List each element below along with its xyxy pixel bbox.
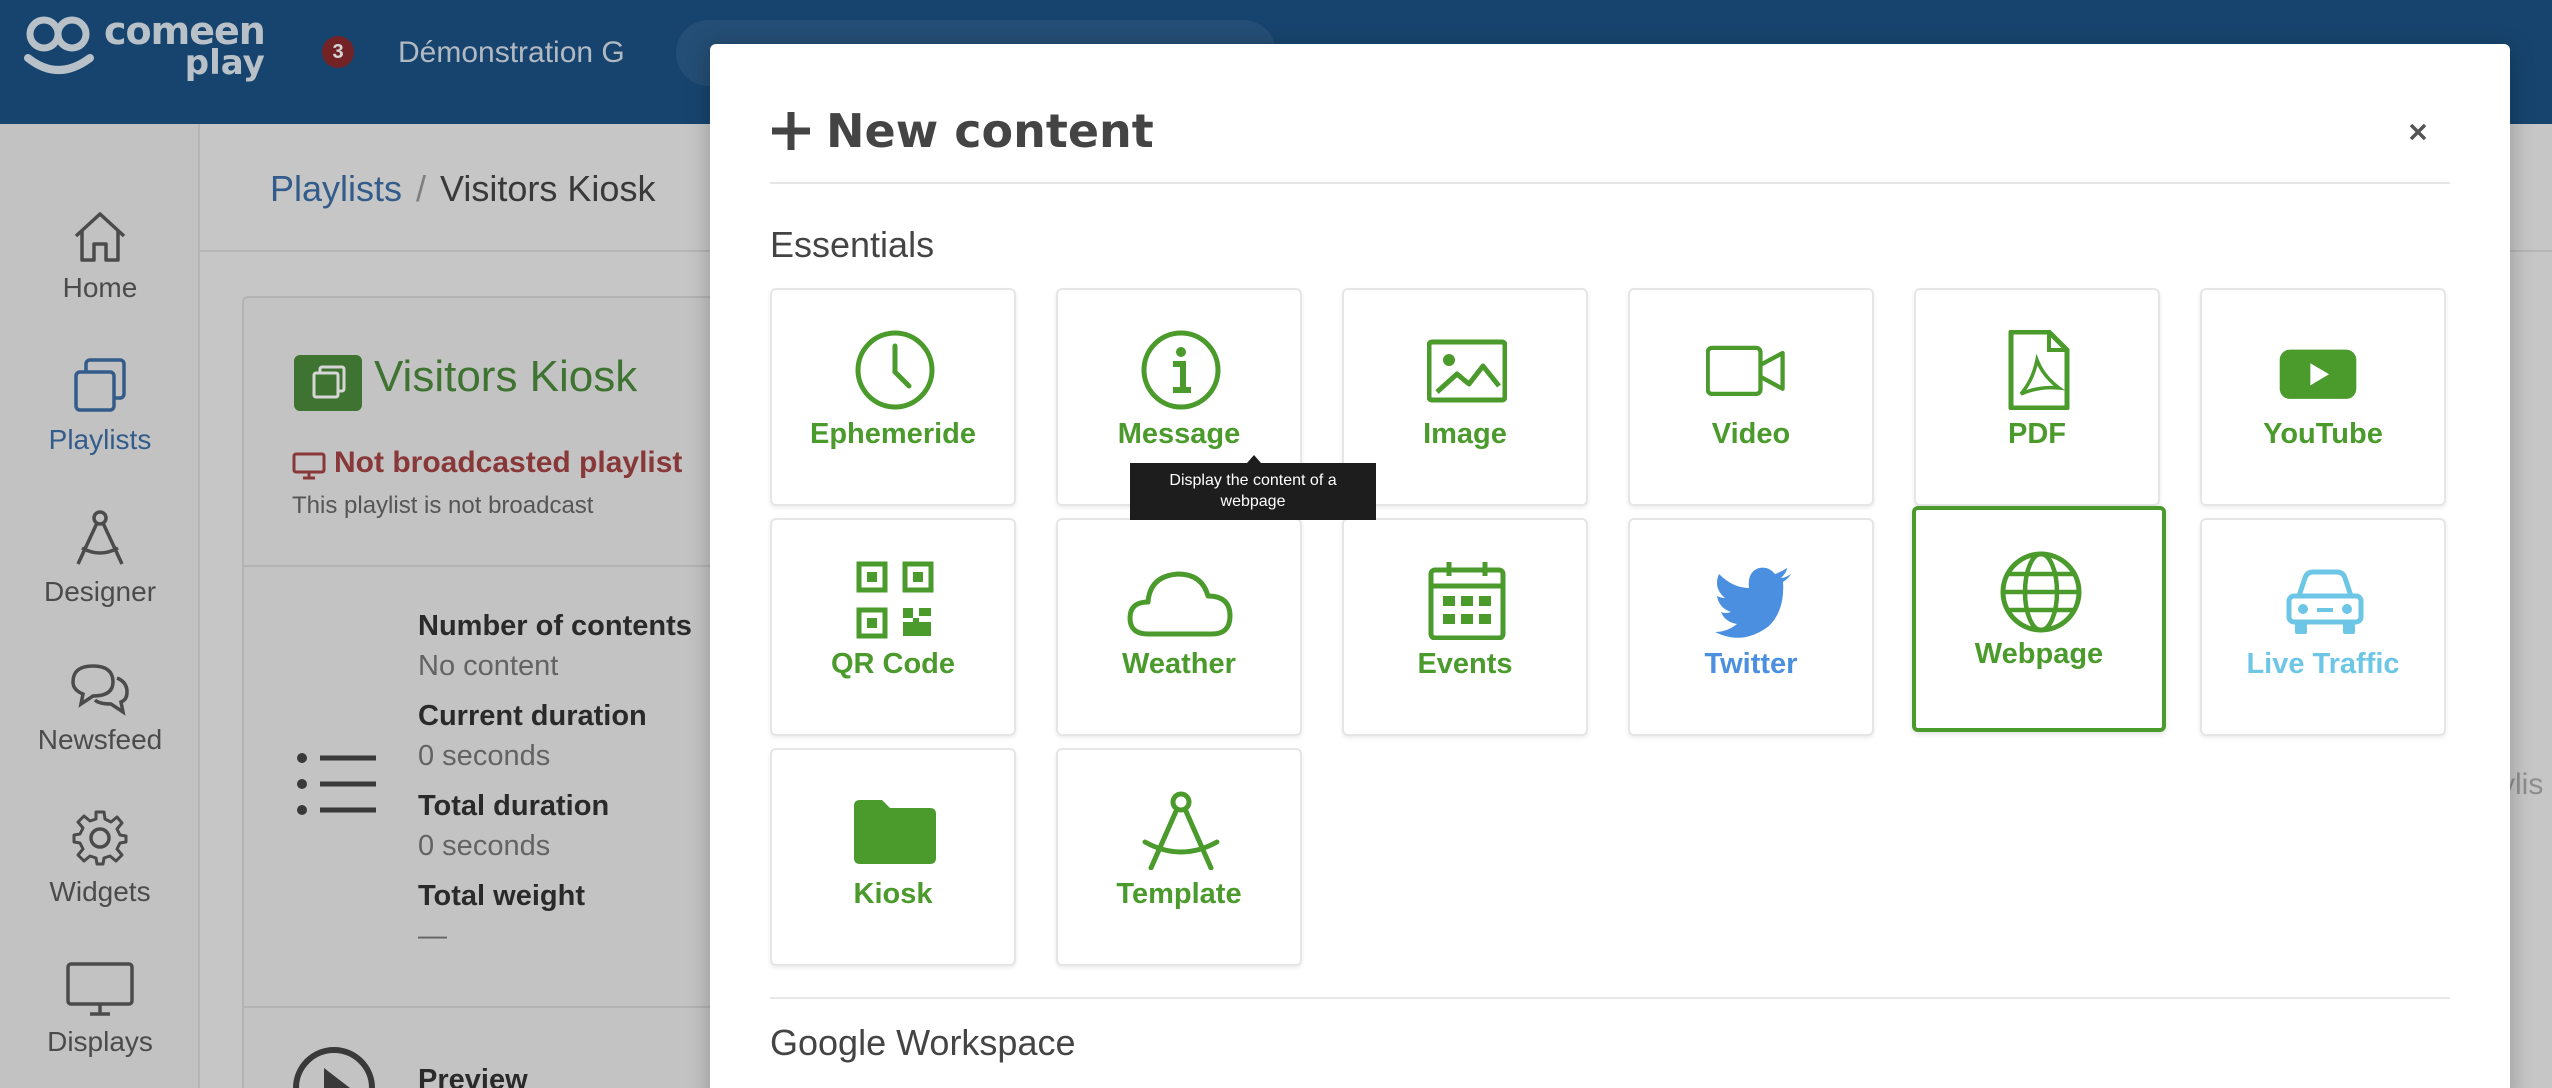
tile-label: Video [1711, 418, 1791, 450]
plus-icon [772, 112, 810, 150]
calendar-icon [1428, 562, 1506, 640]
content-type-pdf[interactable]: PDF [1914, 288, 2160, 506]
info-icon [1141, 330, 1221, 410]
content-type-twitter[interactable]: Twitter [1628, 518, 1874, 736]
content-type-ephemeride[interactable]: Ephemeride [770, 288, 1016, 506]
content-type-template[interactable]: Template [1056, 748, 1302, 966]
modal-title-text: New content [826, 104, 1154, 158]
tile-label: Weather [1122, 648, 1236, 680]
image-icon [1427, 339, 1507, 403]
content-type-video[interactable]: Video [1628, 288, 1874, 506]
section-title-essentials: Essentials [770, 224, 935, 265]
tile-label: Kiosk [853, 878, 933, 910]
section-title-google-workspace: Google Workspace [770, 1022, 1076, 1063]
globe-icon [2000, 551, 2082, 633]
new-content-modal: New content Essentials Ephemeride Messag… [710, 44, 2510, 1088]
tile-label: Live Traffic [2246, 648, 2400, 680]
content-type-events[interactable]: Events [1342, 518, 1588, 736]
tile-label: QR Code [830, 648, 956, 680]
content-type-kiosk[interactable]: Kiosk [770, 748, 1016, 966]
tile-label: Ephemeride [810, 418, 976, 450]
pdf-file-icon [2008, 330, 2070, 410]
modal-title: New content [770, 104, 1154, 158]
twitter-bird-icon [1715, 567, 1791, 638]
tooltip-arrow [1247, 455, 1261, 463]
content-type-image[interactable]: Image [1342, 288, 1588, 506]
tile-label: Message [1117, 418, 1241, 450]
tooltip-line-1: Display the content of a [1169, 472, 1337, 489]
tile-label: YouTube [2263, 418, 2383, 450]
clock-icon [855, 330, 935, 410]
youtube-icon [2279, 349, 2357, 399]
video-camera-icon [1706, 345, 1785, 396]
car-icon [2286, 569, 2364, 634]
folder-icon [854, 800, 936, 864]
close-icon[interactable] [2400, 114, 2436, 150]
tile-label: Events [1417, 648, 1513, 680]
content-type-live-traffic[interactable]: Live Traffic [2200, 518, 2446, 736]
tile-label: Twitter [1704, 648, 1798, 680]
content-type-webpage[interactable]: Webpage [1912, 506, 2166, 732]
content-type-youtube[interactable]: YouTube [2200, 288, 2446, 506]
title-divider [770, 182, 2450, 184]
tile-label: PDF [2008, 418, 2066, 450]
cloud-icon [1127, 571, 1233, 637]
content-type-qr-code[interactable]: QR Code [770, 518, 1016, 736]
tooltip-line-2: webpage [1220, 493, 1286, 510]
webpage-tooltip: Display the content of a webpage [1130, 463, 1376, 520]
content-type-weather[interactable]: Weather [1056, 518, 1302, 736]
tile-label: Template [1116, 878, 1242, 910]
tile-label: Webpage [1974, 638, 2104, 670]
qr-code-icon [856, 561, 934, 639]
compass-icon [1142, 791, 1220, 870]
section-divider [770, 997, 2450, 999]
tile-label: Image [1423, 418, 1507, 450]
